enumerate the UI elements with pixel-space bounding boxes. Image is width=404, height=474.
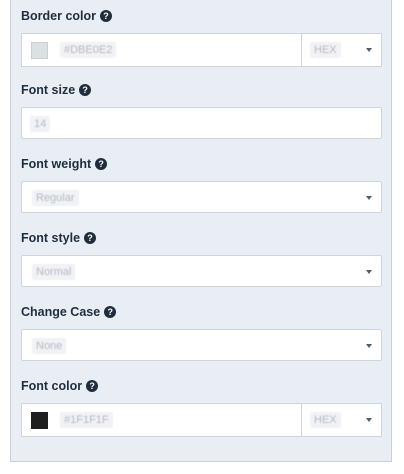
border-color-value: #DBE0E2 [60, 42, 117, 58]
change-case-label-text: Change Case [21, 305, 101, 319]
font-color-input[interactable]: #1F1F1F [21, 403, 302, 437]
help-icon[interactable]: ? [86, 380, 99, 392]
border-color-swatch[interactable] [31, 42, 48, 59]
font-style-select[interactable]: Normal [21, 255, 382, 287]
font-color-value: #1F1F1F [60, 412, 113, 428]
font-size-label: Font size ? [21, 83, 92, 97]
border-color-label: Border color ? [21, 9, 113, 23]
change-case-label: Change Case ? [21, 305, 117, 319]
font-color-label: Font color ? [21, 379, 99, 393]
font-color-format-value: HEX [310, 412, 341, 428]
chevron-down-icon [366, 344, 372, 348]
font-color-format-select[interactable]: HEX [302, 403, 382, 437]
help-icon[interactable]: ? [79, 84, 92, 96]
chevron-down-icon [366, 48, 372, 52]
border-color-picker: #DBE0E2 HEX [21, 33, 382, 67]
border-color-label-text: Border color [21, 9, 97, 23]
help-icon[interactable]: ? [95, 158, 108, 170]
help-icon[interactable]: ? [100, 10, 113, 22]
font-weight-select[interactable]: Regular [21, 181, 382, 213]
text-style-settings-panel: Border color ? #DBE0E2 HEX Font size ? 1… [10, 0, 392, 462]
font-weight-label-text: Font weight [21, 157, 92, 171]
font-weight-label: Font weight ? [21, 157, 108, 171]
font-size-value: 14 [30, 116, 51, 132]
chevron-down-icon [366, 196, 372, 200]
border-color-format-select[interactable]: HEX [302, 33, 382, 67]
font-style-label: Font style ? [21, 231, 97, 245]
font-color-picker: #1F1F1F HEX [21, 403, 382, 437]
help-icon[interactable]: ? [104, 306, 117, 318]
chevron-down-icon [366, 270, 372, 274]
change-case-select[interactable]: None [21, 329, 382, 361]
font-weight-value: Regular [32, 190, 79, 206]
font-size-input[interactable]: 14 [21, 107, 382, 139]
border-color-format-value: HEX [310, 42, 341, 58]
font-color-label-text: Font color [21, 379, 83, 393]
help-icon[interactable]: ? [84, 232, 97, 244]
change-case-value: None [32, 338, 67, 354]
font-style-label-text: Font style [21, 231, 81, 245]
font-size-label-text: Font size [21, 83, 76, 97]
font-color-swatch[interactable] [31, 412, 48, 429]
chevron-down-icon [366, 418, 372, 422]
font-style-value: Normal [32, 264, 76, 280]
border-color-input[interactable]: #DBE0E2 [21, 33, 302, 67]
